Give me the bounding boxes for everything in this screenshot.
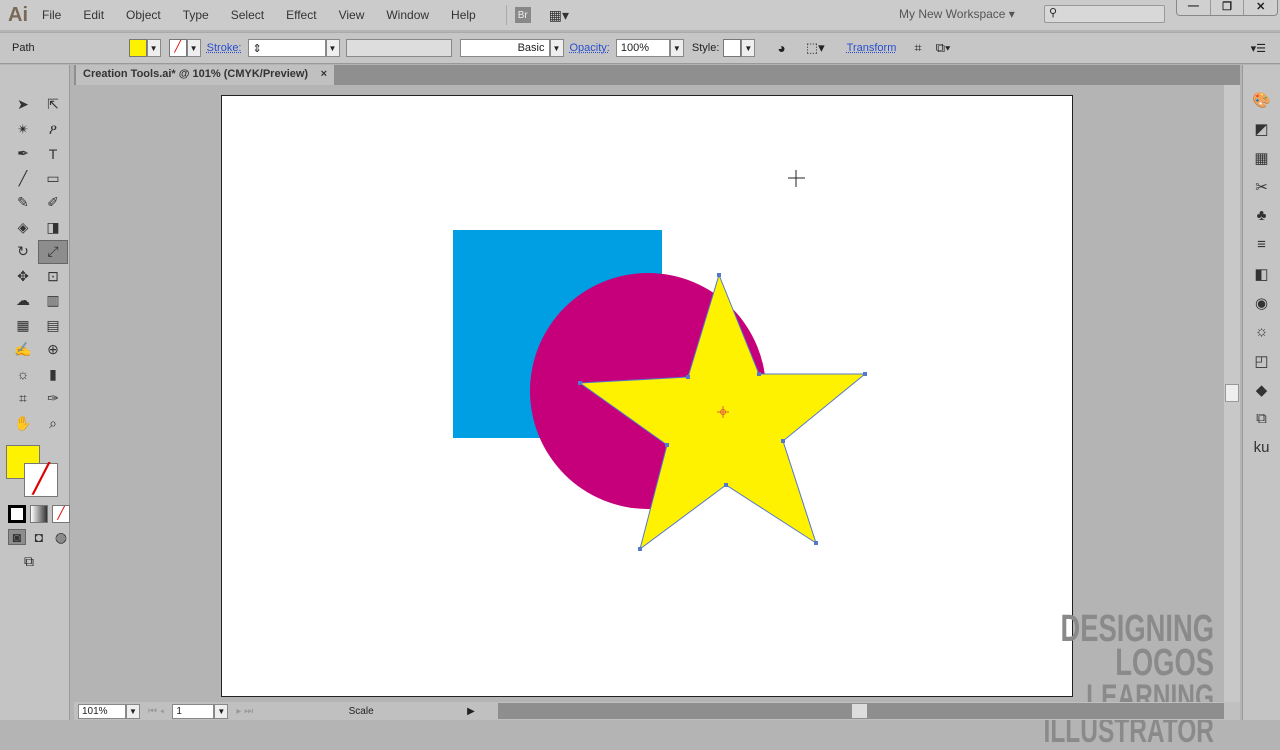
dock-panel-3-icon[interactable]: ✂ — [1243, 172, 1280, 201]
zoom-input[interactable]: 101% — [78, 703, 126, 719]
current-tool-status[interactable]: Scale — [261, 706, 461, 717]
horizontal-scroll-thumb[interactable] — [852, 704, 867, 718]
dock-panel-12-icon[interactable]: ku — [1243, 433, 1280, 462]
status-menu-icon[interactable]: ▶ — [467, 706, 475, 717]
vertical-scroll-thumb[interactable] — [1225, 384, 1239, 402]
dock-panel-4-icon[interactable]: ♣ — [1243, 201, 1280, 230]
dock-panel-5-icon[interactable]: ≡ — [1243, 230, 1280, 259]
zoom-dropdown[interactable]: ▼ — [126, 703, 140, 719]
artboard-dropdown[interactable]: ▼ — [214, 703, 229, 719]
dock-panel-9-icon[interactable]: ◰ — [1243, 346, 1280, 375]
cursor-crosshair-icon — [788, 170, 805, 187]
watermark-line1: DESIGNING LOGOS — [1060, 608, 1214, 684]
panel-dock: 🎨 ◩ ▦ ✂ ♣ ≡ ◧ ◉ ☼ ◰ ◆ ⧉ ku — [1242, 65, 1280, 720]
dock-panel-2-icon[interactable]: ▦ — [1243, 143, 1280, 172]
dock-panel-1-icon[interactable]: ◩ — [1243, 114, 1280, 143]
dock-panel-6-icon[interactable]: ◧ — [1243, 259, 1280, 288]
dock-panel-11-icon[interactable]: ⧉ — [1243, 404, 1280, 433]
dock-panel-0-icon[interactable]: 🎨 — [1243, 85, 1280, 114]
next-last-artboard-icon[interactable]: ▸ ⏭ — [236, 706, 253, 717]
dock-panel-7-icon[interactable]: ◉ — [1243, 288, 1280, 317]
watermark: DESIGNING LOGOS LEARNING ILLUSTRATOR — [960, 608, 1214, 748]
dock-panel-10-icon[interactable]: ◆ — [1243, 375, 1280, 404]
artboard-number-input[interactable]: 1 — [172, 703, 215, 719]
first-prev-artboard-icon[interactable]: ⏮ ◂ — [148, 706, 164, 717]
dock-panel-8-icon[interactable]: ☼ — [1243, 317, 1280, 346]
